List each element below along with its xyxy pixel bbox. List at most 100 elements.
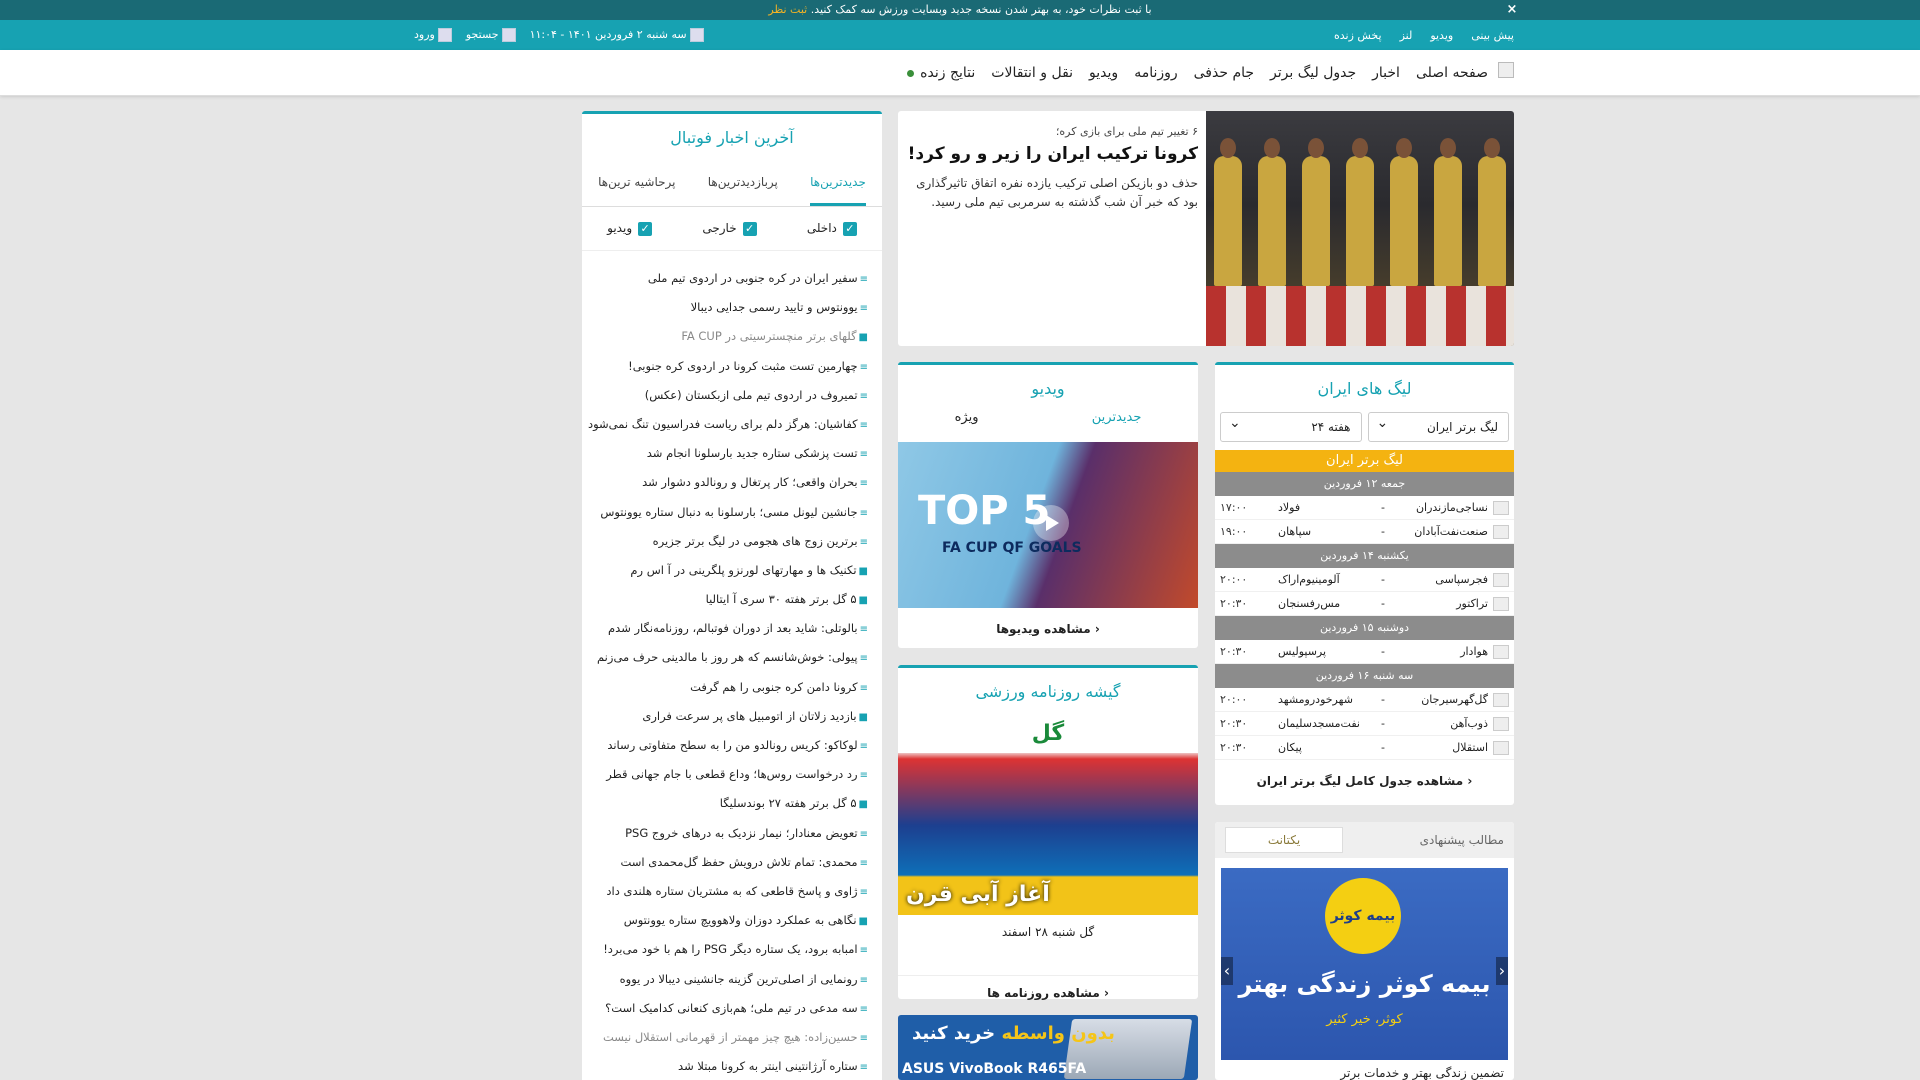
match-row[interactable]: هوادار - پرسپولیس ۲۰:۳۰ <box>1215 640 1514 664</box>
team-logo-icon <box>1493 740 1509 755</box>
filter-video[interactable]: ✓ویدیو <box>607 221 653 236</box>
news-item[interactable]: ■تکنیک ها و مهارتهای لورنزو پلگرینی در آ… <box>588 561 868 590</box>
full-table-link[interactable]: ‹ مشاهده جدول کامل لیگ برتر ایران <box>1215 774 1514 788</box>
news-item[interactable]: ≡رد درخواست روس‌ها؛ وداع قطعی با جام جها… <box>588 765 868 794</box>
ad-slogan: بیمه کوثر زندگی بهتر <box>1238 970 1491 998</box>
search-button[interactable]: جستجو <box>466 28 516 42</box>
top-link-lens[interactable]: لنز <box>1400 29 1413 42</box>
nav-newspaper[interactable]: روزنامه <box>1134 65 1177 81</box>
match-row[interactable]: فجرسپاسی - آلومینیوم‌اراک ۲۰:۰۰ <box>1215 568 1514 592</box>
nav-news[interactable]: اخبار <box>1372 65 1400 81</box>
news-item[interactable]: ≡لوکاکو: کریس رونالدو من را به سطح متفاو… <box>588 736 868 765</box>
match-day: یکشنبه ۱۴ فروردین <box>1215 544 1514 568</box>
insurance-ad[interactable]: بیمه کوثر بیمه کوثر زندگی بهتر کوثر، خیر… <box>1221 868 1508 1060</box>
league-select[interactable]: لیگ برتر ایران <box>1367 409 1509 442</box>
news-item[interactable]: ■گلهای برتر منچسترسیتی در FA CUP <box>588 327 868 356</box>
top-info: سه شنبه ۲ فروردین ۱۴۰۱ - ۱۱:۰۴ جستجو ورو… <box>414 20 704 50</box>
iran-leagues-panel: لیگ های ایران لیگ برتر ایران هفته ۲۴ لیگ… <box>1215 362 1514 805</box>
tab-newest[interactable]: جدیدترین‌ها <box>810 167 866 206</box>
article-icon: ≡ <box>859 653 868 665</box>
home-team: هوادار <box>1460 645 1488 658</box>
nav-live-results[interactable]: نتایج زنده <box>907 65 975 81</box>
news-item[interactable]: ≡محمدی: تمام تلاش درویش حفظ گل‌محمدی است <box>588 853 868 882</box>
news-item[interactable]: ≡پیولی: خوش‌شانسم که هر روز با مالدینی ح… <box>588 648 868 677</box>
nav-items: صفحه اصلی اخبار جدول لیگ برتر جام حذفی ر… <box>907 50 1488 96</box>
match-time: ۲۰:۳۰ <box>1220 741 1248 754</box>
match-row[interactable]: نساجی‌مازندران - فولاد ۱۷:۰۰ <box>1215 496 1514 520</box>
news-item[interactable]: ≡بالوتلی: شاید بعد از دوران فوتبالم، روز… <box>588 619 868 648</box>
team-logo-icon <box>1493 596 1509 611</box>
featured-photo[interactable] <box>1206 111 1514 346</box>
match-row[interactable]: صنعت‌نفت‌آبادان - سپاهان ۱۹:۰۰ <box>1215 520 1514 544</box>
nav-transfers[interactable]: نقل و انتقالات <box>991 65 1073 81</box>
tab-most-viewed[interactable]: پربازدیدترین‌ها <box>708 167 778 206</box>
top-link-predict[interactable]: پیش بینی <box>1471 29 1514 42</box>
away-team: پرسپولیس <box>1278 645 1327 658</box>
versus-dash: - <box>1381 525 1385 538</box>
news-item[interactable]: ■۵ گل برتر هفته ۳۰ سری آ ایتالیا <box>588 590 868 619</box>
newspaper-caption[interactable]: گل شنبه ۲۸ اسفند <box>898 925 1198 939</box>
news-item[interactable]: ≡کفاشیان: هرگز دلم برای ریاست فدراسیون ت… <box>588 415 868 444</box>
laptop-ad-banner[interactable]: بدون واسطه خرید کنید ASUS VivoBook R465F… <box>898 1015 1198 1080</box>
checkbox-checked-icon[interactable]: ✓ <box>638 221 653 236</box>
nav-league-table[interactable]: جدول لیگ برتر <box>1270 65 1356 81</box>
news-item[interactable]: ≡کرونا دامن کره جنوبی را هم گرفت <box>588 678 868 707</box>
news-item[interactable]: ■بازدید زلاتان از اتومبیل های پر سرعت فر… <box>588 707 868 736</box>
home-team: استقلال <box>1452 741 1488 754</box>
article-icon: ≡ <box>859 449 868 461</box>
news-item[interactable]: ≡حسین‌زاده: هیچ چیز مهمتر از قهرمانی است… <box>588 1028 868 1057</box>
chevron-left-icon[interactable]: › <box>1221 957 1233 985</box>
match-row[interactable]: ذوب‌آهن - نفت‌مسجدسلیمان ۲۰:۳۰ <box>1215 712 1514 736</box>
view-newspapers-link[interactable]: ‹ مشاهده روزنامه ها <box>898 975 1198 1000</box>
match-row[interactable]: تراکتور - مس‌رفسنجان ۲۰:۳۰ <box>1215 592 1514 616</box>
feedback-link[interactable]: ثبت نظر <box>768 3 807 16</box>
article-icon: ≡ <box>859 857 868 869</box>
checkbox-checked-icon[interactable]: ✓ <box>842 221 857 236</box>
featured-story[interactable]: ۶ تغییر تیم ملی برای بازی کره؛ کرونا ترک… <box>898 111 1514 346</box>
tab-most-controversial[interactable]: پرحاشیه ترین‌ها <box>598 167 675 206</box>
chevron-right-icon[interactable]: ‹ <box>1496 957 1508 985</box>
view-videos-link[interactable]: ‹ مشاهده ویدیوها <box>898 622 1198 636</box>
nav-hazfi-cup[interactable]: جام حذفی <box>1194 65 1254 81</box>
news-item[interactable]: ■نگاهی به عملکرد دوزان ولاهوویچ ستاره یو… <box>588 911 868 940</box>
news-item[interactable]: ≡سه مدعی در تیم ملی؛ هم‌بازی کنعانی کدام… <box>588 999 868 1028</box>
ad-network-logo[interactable]: یکتانت <box>1225 827 1343 853</box>
match-row[interactable]: گل‌گهرسیرجان - شهرخودرومشهد ۲۰:۰۰ <box>1215 688 1514 712</box>
news-item[interactable]: ≡رونمایی از اصلی‌ترین گزینه جانشینی دیبا… <box>588 970 868 999</box>
match-row[interactable]: استقلال - پیکان ۲۰:۳۰ <box>1215 736 1514 760</box>
play-icon[interactable] <box>1033 505 1069 541</box>
login-button[interactable]: ورود <box>414 28 452 42</box>
video-thumbnail[interactable]: TOP 5 FA CUP QF GOALS <box>898 442 1198 608</box>
close-icon[interactable]: × <box>1504 0 1520 20</box>
video-tab-special[interactable]: ویژه <box>955 410 979 438</box>
news-item[interactable]: ≡تمیروف در اردوی تیم ملی ازبکستان (عکس) <box>588 386 868 415</box>
versus-dash: - <box>1381 597 1385 610</box>
newspaper-cover[interactable]: گل آغاز آبی قرن <box>898 715 1198 915</box>
nav-video[interactable]: ویدیو <box>1089 65 1118 81</box>
site-logo[interactable] <box>1498 62 1514 78</box>
news-item[interactable]: ≡تست پزشکی ستاره جدید بارسلونا انجام شد <box>588 444 868 473</box>
top-link-live[interactable]: پخش زنده <box>1334 29 1382 42</box>
news-item[interactable]: ≡سفیر ایران در کره جنوبی در اردوی تیم مل… <box>588 269 868 298</box>
news-item[interactable]: ≡جانشین لیونل مسی؛ بارسلونا به دنبال ستا… <box>588 503 868 532</box>
news-item[interactable]: ■۵ گل برتر هفته ۲۷ بوندسلیگا <box>588 794 868 823</box>
nav-home[interactable]: صفحه اصلی <box>1416 65 1488 81</box>
filter-foreign[interactable]: ✓خارجی <box>702 221 757 236</box>
news-item[interactable]: ≡یوونتوس و تایید رسمی جدایی دیبالا <box>588 298 868 327</box>
news-item[interactable]: ≡بحران واقعی؛ کار پرتغال و رونالدو دشوار… <box>588 473 868 502</box>
news-item[interactable]: ≡ستاره آرژانتینی اینتر به کرونا مبتلا شد <box>588 1057 868 1080</box>
news-item[interactable]: ≡تعویض معنادار؛ نیمار نزدیک به درهای خرو… <box>588 824 868 853</box>
suggest-caption[interactable]: تضمین زندگی بهتر و خدمات برتر <box>1340 1066 1504 1080</box>
week-select[interactable]: هفته ۲۴ <box>1220 409 1362 442</box>
match-time: ۲۰:۰۰ <box>1220 693 1248 706</box>
video-tab-newest[interactable]: جدیدترین <box>1092 410 1142 438</box>
news-item[interactable]: ≡برترین زوج های هجومی در لیگ برتر جزیره <box>588 532 868 561</box>
news-item[interactable]: ≡ژاوی و پاسخ قاطعی که به مشتریان ستاره ه… <box>588 882 868 911</box>
featured-headline[interactable]: کرونا ترکیب ایران را زیر و رو کرد! <box>904 144 1198 164</box>
checkbox-checked-icon[interactable]: ✓ <box>742 221 757 236</box>
filter-domestic[interactable]: ✓داخلی <box>807 221 857 236</box>
news-item[interactable]: ≡امبابه برود، یک ستاره دیگر PSG را هم با… <box>588 940 868 969</box>
top-link-video[interactable]: ویدیو <box>1430 29 1453 42</box>
news-item[interactable]: ≡چهارمین تست مثبت کرونا در اردوی کره جنو… <box>588 357 868 386</box>
versus-dash: - <box>1381 693 1385 706</box>
